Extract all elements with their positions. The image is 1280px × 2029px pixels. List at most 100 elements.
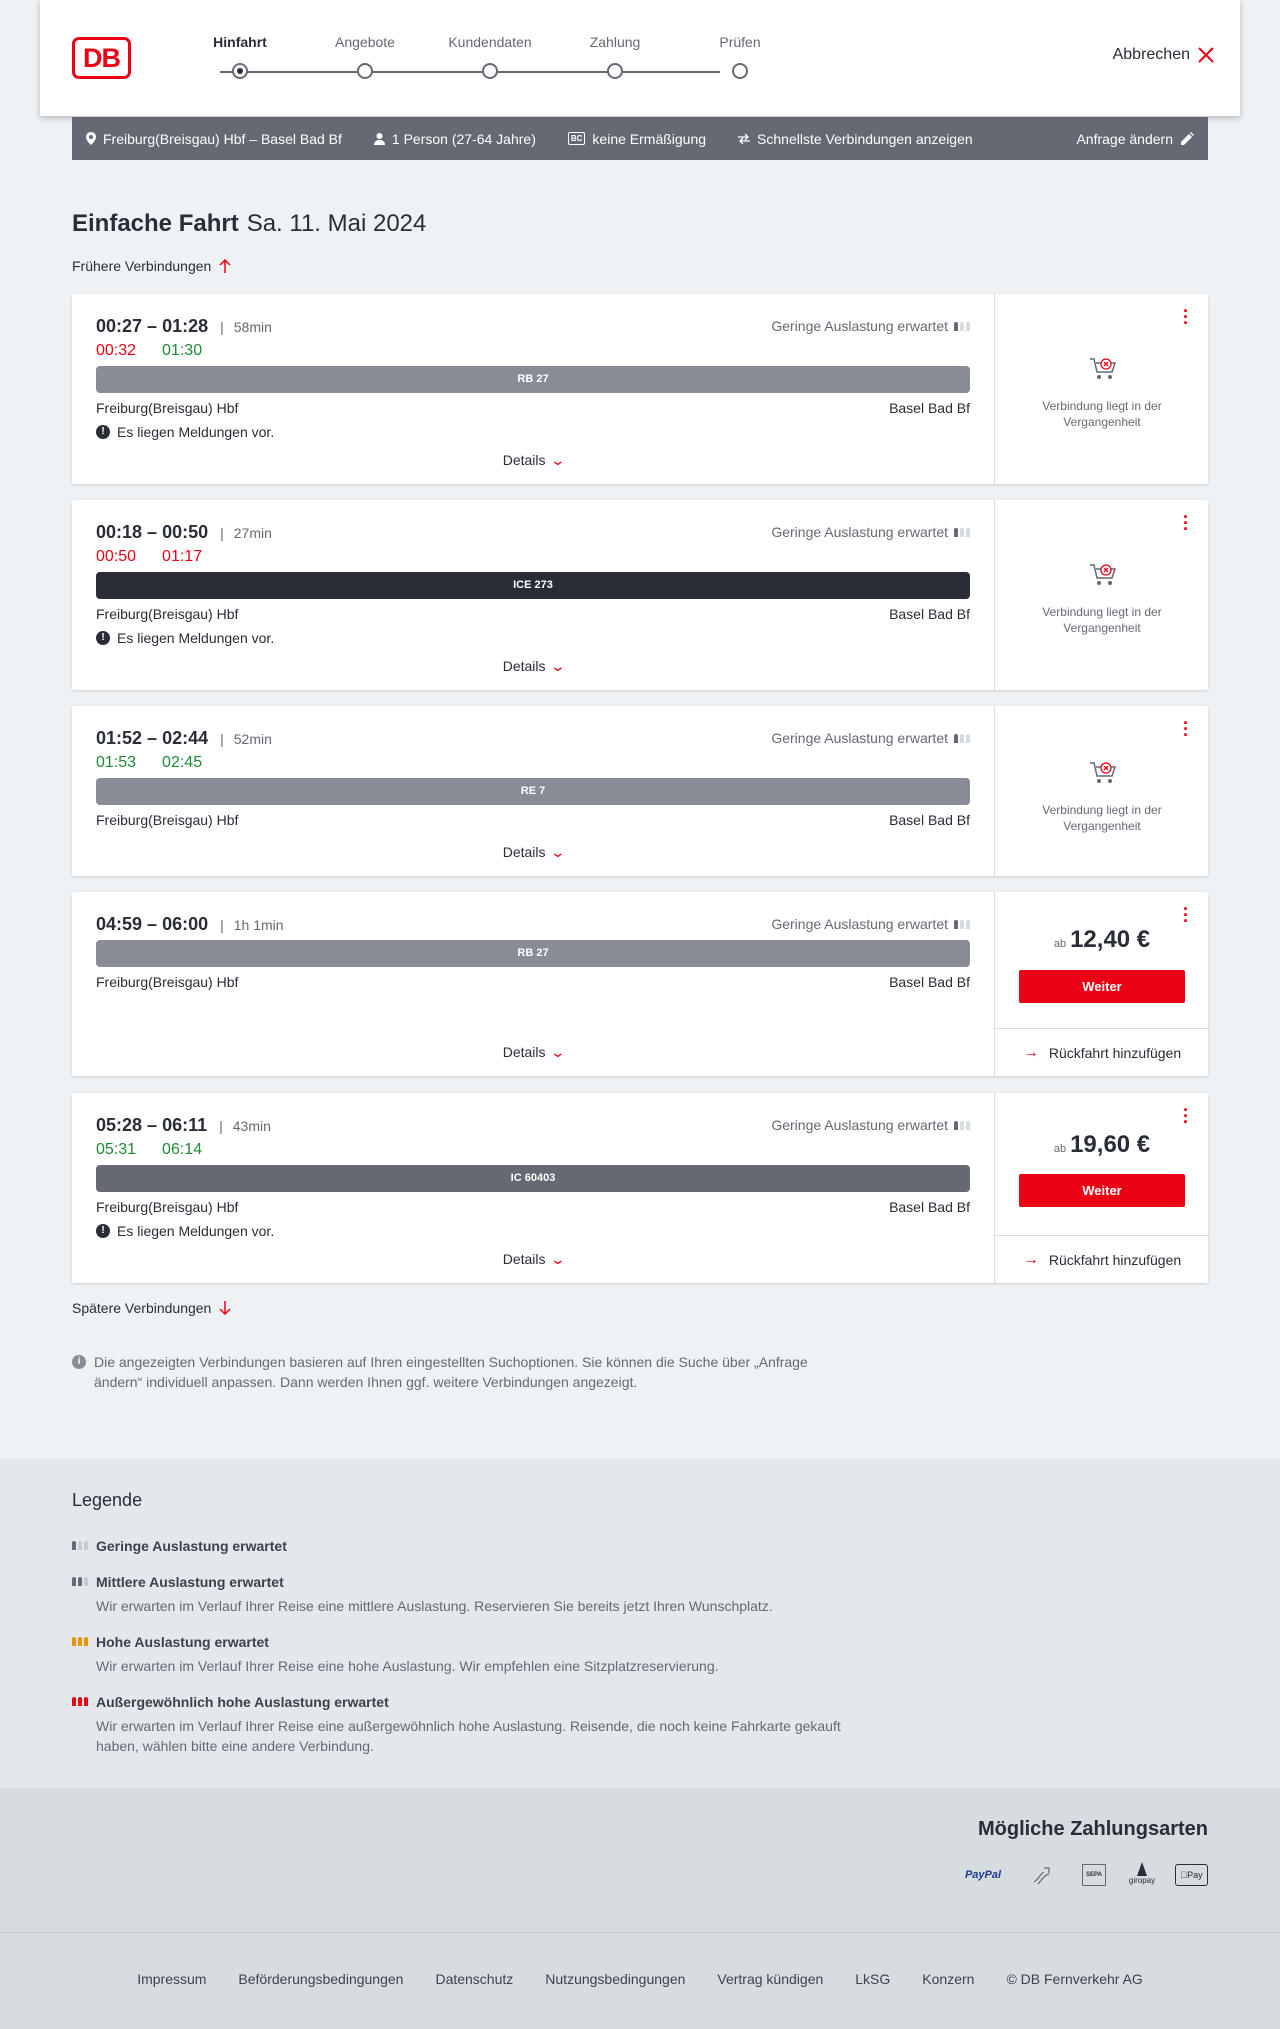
arrow-down-icon: [219, 1301, 231, 1315]
exclamation-icon: !: [96, 631, 110, 645]
details-toggle[interactable]: Details ⌄: [72, 1251, 994, 1268]
stations: Freiburg(Breisgau) Hbf Basel Bad Bf: [96, 1199, 970, 1215]
apple-pay-icon: Pay: [1175, 1864, 1208, 1886]
page-title: Einfache Fahrt Sa. 11. Mai 2024: [72, 210, 427, 237]
info-note: i Die angezeigten Verbindungen basieren a…: [72, 1352, 852, 1392]
price: ab 19,60 €: [1053, 1131, 1151, 1158]
load-indicator: Geringe Auslastung erwartet: [771, 524, 970, 540]
details-toggle[interactable]: Details ⌄: [72, 658, 994, 675]
cart-unavailable-icon: [1090, 358, 1117, 379]
copyright: © DB Fernverkehr AG: [1006, 1971, 1143, 1987]
discount-text: keine Ermäßigung: [592, 130, 707, 147]
cancel-button[interactable]: Abbrechen: [1113, 46, 1214, 64]
footer-link-konzern[interactable]: Konzern: [922, 1971, 974, 1987]
past-connection-text: Verbindung liegt in der Vergangenheit: [1042, 399, 1162, 429]
connection-times: 04:59 – 06:00 | 1h 1min: [96, 914, 284, 934]
low-load-icon: [72, 1541, 88, 1550]
earlier-connections-link[interactable]: Frühere Verbindungen: [72, 258, 231, 274]
arrow-right-icon: →: [1022, 1250, 1039, 1268]
low-load-icon: [954, 1120, 970, 1130]
continue-button[interactable]: Weiter: [1019, 1174, 1185, 1207]
load-indicator: Geringe Auslastung erwartet: [771, 318, 970, 334]
connection-times: 00:27 – 01:28 | 58min: [96, 316, 272, 336]
legend-item-exceptional: Außergewöhnlich hohe Auslastung erwartet…: [72, 1694, 856, 1756]
connection-card[interactable]: 01:52 – 02:44 | 52min Geringe Auslastung e…: [72, 706, 1208, 876]
load-indicator: Geringe Auslastung erwartet: [771, 916, 970, 932]
search-option-text: Schnellste Verbindungen anzeigen: [757, 130, 973, 147]
message-notice: ! Es liegen Meldungen vor.: [96, 424, 274, 440]
step-angebote: Angebote: [310, 34, 420, 79]
more-options-icon[interactable]: · · ·: [1182, 508, 1190, 538]
realtime-times: 00:32 01:30: [96, 342, 203, 359]
add-return-button[interactable]: → Rückfahrt hinzufügen: [995, 1235, 1209, 1283]
exclamation-icon: !: [96, 425, 110, 439]
more-options-icon[interactable]: · · ·: [1182, 302, 1190, 332]
train-bar: IC 60403: [96, 1165, 970, 1192]
paypal-icon: PayPal: [964, 1869, 1002, 1881]
location-pin-icon: [86, 132, 96, 145]
cart-unavailable-icon: [1090, 564, 1117, 585]
chevron-down-icon: ⌄: [549, 844, 566, 860]
add-return-button[interactable]: → Rückfahrt hinzufügen: [995, 1028, 1209, 1076]
db-logo[interactable]: DB: [72, 37, 131, 79]
stations: Freiburg(Breisgau) Hbf Basel Bad Bf: [96, 974, 970, 990]
more-options-icon[interactable]: · · ·: [1182, 900, 1190, 930]
footer-link-impressum[interactable]: Impressum: [137, 1971, 206, 1987]
more-options-icon[interactable]: · · ·: [1182, 714, 1190, 744]
progress-steps: Hinfahrt Angebote Kundendaten Zahlung Pr…: [185, 0, 761, 116]
exclamation-icon: !: [96, 1224, 110, 1238]
person-icon: [373, 132, 385, 145]
load-indicator: Geringe Auslastung erwartet: [771, 1117, 970, 1133]
arrow-up-icon: [219, 259, 231, 273]
footer-link-lksg[interactable]: LkSG: [855, 1971, 890, 1987]
stations: Freiburg(Breisgau) Hbf Basel Bad Bf: [96, 606, 970, 622]
realtime-times: 05:31 06:14: [96, 1141, 203, 1158]
past-connection-text: Verbindung liegt in der Vergangenheit: [1042, 803, 1162, 833]
details-toggle[interactable]: Details ⌄: [72, 1044, 994, 1061]
connection-times: 00:18 – 00:50 | 27min: [96, 522, 272, 542]
chevron-down-icon: ⌄: [549, 452, 566, 468]
low-load-icon: [954, 919, 970, 929]
connection-card[interactable]: 00:18 – 00:50 | 27min Geringe Auslastung e…: [72, 500, 1208, 690]
train-bar: RB 27: [96, 940, 970, 967]
continue-button[interactable]: Weiter: [1019, 970, 1185, 1003]
pencil-icon: [1181, 132, 1194, 145]
bahncard-icon: BC: [567, 132, 586, 145]
footer-link-nutzungsbedingungen[interactable]: Nutzungsbedingungen: [545, 1971, 685, 1987]
footer: Impressum Beförderungsbedingungen Datens…: [0, 1932, 1280, 2029]
details-toggle[interactable]: Details ⌄: [72, 452, 994, 469]
legend-item-high: Hohe Auslastung erwartet Wir erwarten im…: [72, 1634, 856, 1676]
swap-icon: [738, 133, 751, 144]
search-summary-bar: Freiburg(Breisgau) Hbf – Basel Bad Bf 1 …: [72, 117, 1208, 160]
step-hinfahrt: Hinfahrt: [185, 34, 295, 79]
connection-card[interactable]: 05:28 – 06:11 | 43min Geringe Auslastung e…: [72, 1093, 1209, 1283]
change-request-button[interactable]: Anfrage ändern: [1076, 131, 1194, 147]
connection-card[interactable]: 04:59 – 06:00 | 1h 1min Geringe Auslastung…: [72, 892, 1209, 1076]
footer-link-vertrag-kuendigen[interactable]: Vertrag kündigen: [717, 1971, 823, 1987]
info-icon: i: [72, 1355, 86, 1369]
arrow-right-icon: →: [1022, 1043, 1039, 1061]
stations: Freiburg(Breisgau) Hbf Basel Bad Bf: [96, 812, 970, 828]
train-bar: RE 7: [96, 778, 970, 805]
realtime-times: 01:53 02:45: [96, 754, 203, 771]
connection-times: 05:28 – 06:11 | 43min: [96, 1115, 271, 1135]
step-kundendaten: Kundendaten: [435, 34, 545, 79]
message-notice: ! Es liegen Meldungen vor.: [96, 1223, 274, 1239]
chevron-down-icon: ⌄: [549, 1251, 566, 1267]
later-connections-link[interactable]: Spätere Verbindungen: [72, 1300, 231, 1316]
footer-link-datenschutz[interactable]: Datenschutz: [435, 1971, 513, 1987]
load-indicator: Geringe Auslastung erwartet: [771, 730, 970, 746]
sepa-icon: SEPA: [1082, 1864, 1106, 1886]
low-load-icon: [954, 733, 970, 743]
past-connection-text: Verbindung liegt in der Vergangenheit: [1042, 605, 1162, 635]
legend-item-low: Geringe Auslastung erwartet: [72, 1538, 287, 1554]
payment-methods: Mögliche Zahlungsarten PayPal SEPA girop…: [0, 1788, 1280, 1932]
details-toggle[interactable]: Details ⌄: [72, 844, 994, 861]
footer-link-befoerderungsbedingungen[interactable]: Beförderungsbedingungen: [238, 1971, 403, 1987]
more-options-icon[interactable]: · · ·: [1182, 1101, 1190, 1131]
step-zahlung: Zahlung: [560, 34, 670, 79]
cart-unavailable-icon: [1090, 762, 1117, 783]
price: ab 12,40 €: [1053, 926, 1151, 953]
connection-card[interactable]: 00:27 – 01:28 | 58min Geringe Auslastung e…: [72, 294, 1208, 484]
low-load-icon: [954, 321, 970, 331]
